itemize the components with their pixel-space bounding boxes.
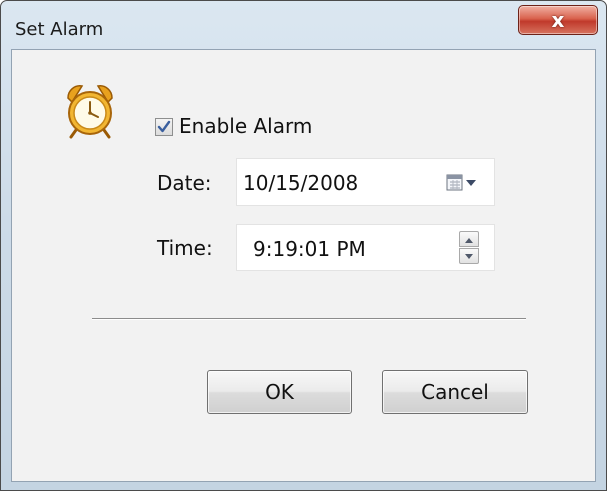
close-icon: x bbox=[551, 8, 565, 32]
enable-alarm-checkbox[interactable] bbox=[155, 118, 173, 136]
spin-down-icon bbox=[465, 254, 473, 259]
ok-button[interactable]: OK bbox=[207, 370, 352, 414]
spin-up-button[interactable] bbox=[459, 231, 479, 247]
time-picker[interactable]: 9:19:01 PM bbox=[236, 224, 495, 271]
time-value[interactable]: 9:19:01 PM bbox=[253, 237, 366, 261]
checkmark-icon bbox=[157, 120, 171, 133]
enable-alarm-label[interactable]: Enable Alarm bbox=[179, 114, 312, 138]
date-value[interactable]: 10/15/2008 bbox=[243, 171, 358, 195]
time-label: Time: bbox=[157, 236, 213, 260]
dialog-body: Enable Alarm Date: 10/15/2008 Time: 9:19… bbox=[11, 49, 596, 482]
calendar-icon[interactable] bbox=[446, 173, 478, 193]
set-alarm-dialog: Set Alarm x Enable Alarm Date: 10/15/200… bbox=[0, 0, 607, 491]
date-picker[interactable]: 10/15/2008 bbox=[236, 158, 495, 206]
time-spinner[interactable] bbox=[459, 231, 479, 265]
date-label: Date: bbox=[157, 171, 212, 195]
close-button[interactable]: x bbox=[518, 5, 598, 35]
spin-up-icon bbox=[465, 238, 473, 243]
spin-down-button[interactable] bbox=[459, 248, 479, 264]
alarm-clock-icon bbox=[67, 85, 113, 139]
separator-line bbox=[92, 318, 526, 320]
window-title: Set Alarm bbox=[15, 19, 104, 40]
cancel-button[interactable]: Cancel bbox=[382, 370, 528, 414]
